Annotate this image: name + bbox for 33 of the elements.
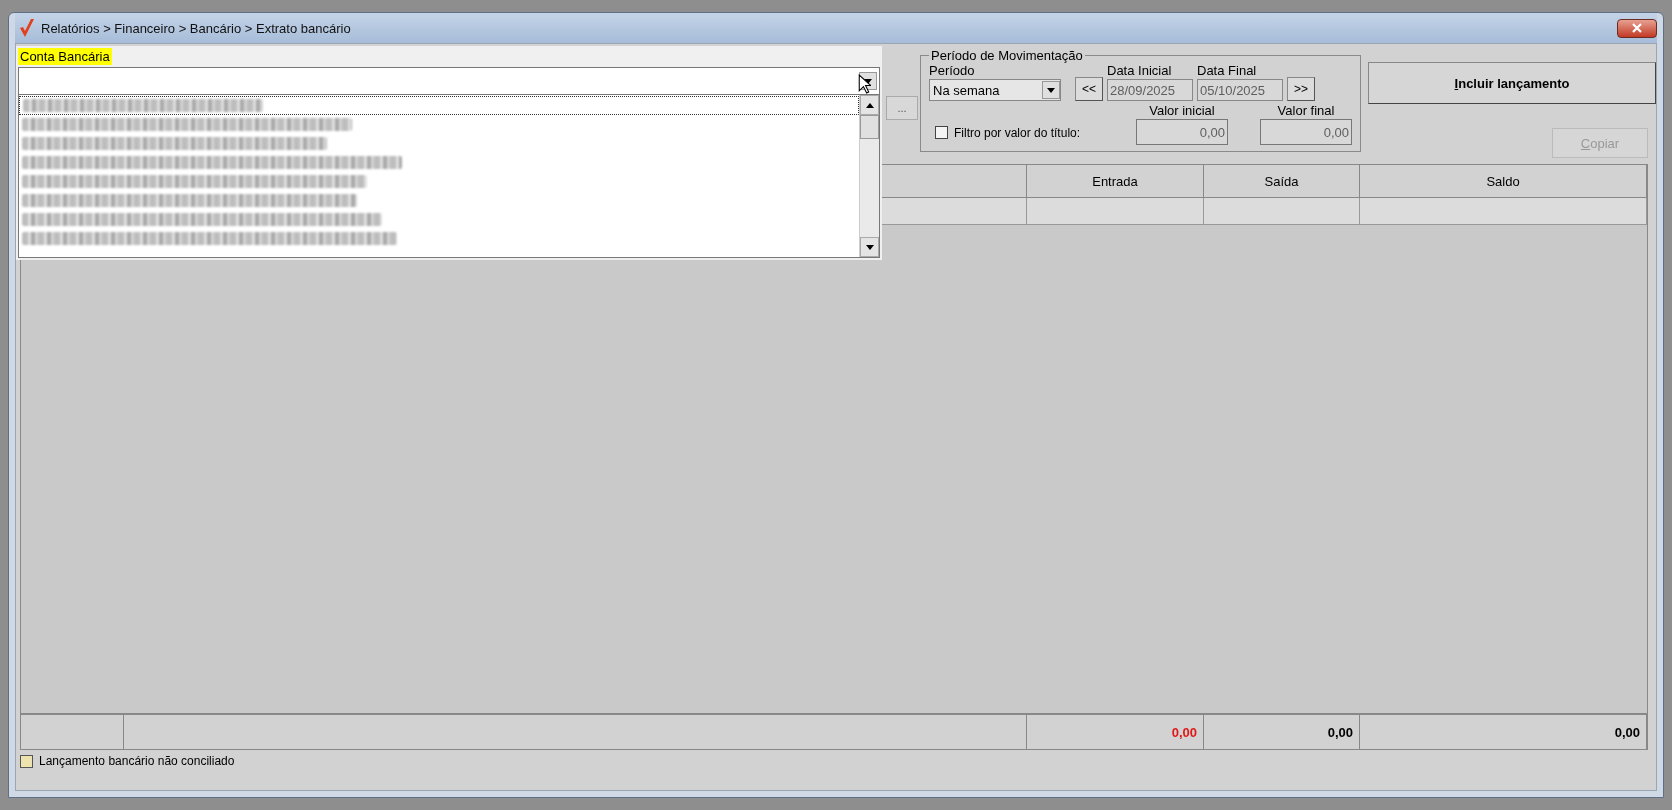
field-label: Valor inicial: [1148, 103, 1216, 119]
legend-label: Lançamento bancário não conciliado: [39, 754, 235, 768]
field-label: Período: [929, 63, 976, 79]
close-button[interactable]: [1617, 18, 1657, 38]
column-header[interactable]: Entrada: [1027, 165, 1204, 198]
scroll-up-icon[interactable]: [865, 102, 874, 108]
group-title: Período de Movimentação: [930, 48, 1084, 63]
column-header[interactable]: Saída: [1204, 165, 1360, 198]
checkbox[interactable]: [935, 126, 948, 139]
period-select[interactable]: Na semana: [929, 79, 1061, 101]
field-label: Data Inicial: [1107, 63, 1173, 79]
add-entry-button[interactable]: Incluir lançamento: [1368, 62, 1656, 104]
column-header[interactable]: Saldo: [1360, 165, 1647, 198]
total-cell: 0,00: [1360, 715, 1647, 749]
total-cell: 0,00: [1204, 715, 1360, 749]
field-label: Data Final: [1197, 63, 1258, 79]
checkbox-label: Filtro por valor do título:: [954, 126, 1082, 140]
scroll-down-icon[interactable]: [865, 244, 874, 250]
field-label: Conta Bancária: [18, 48, 112, 65]
close-icon: [1631, 23, 1643, 33]
window-title: Relatórios > Financeiro > Bancário > Extrato bancário: [41, 20, 351, 36]
caret-icon: [1047, 87, 1055, 93]
browse-button[interactable]: ...: [886, 96, 918, 120]
check-mark-icon: [19, 18, 35, 38]
scrollbar[interactable]: [859, 95, 879, 257]
scroll-thumb[interactable]: [860, 115, 879, 139]
pointer-icon: [858, 74, 871, 94]
next-button[interactable]: >>: [1287, 77, 1315, 101]
field-label: Valor final: [1276, 103, 1336, 119]
list-item[interactable]: [19, 96, 859, 115]
total-cell: 0,00: [1027, 715, 1204, 749]
account-combobox[interactable]: [18, 67, 880, 95]
previous-button[interactable]: <<: [1075, 77, 1103, 101]
